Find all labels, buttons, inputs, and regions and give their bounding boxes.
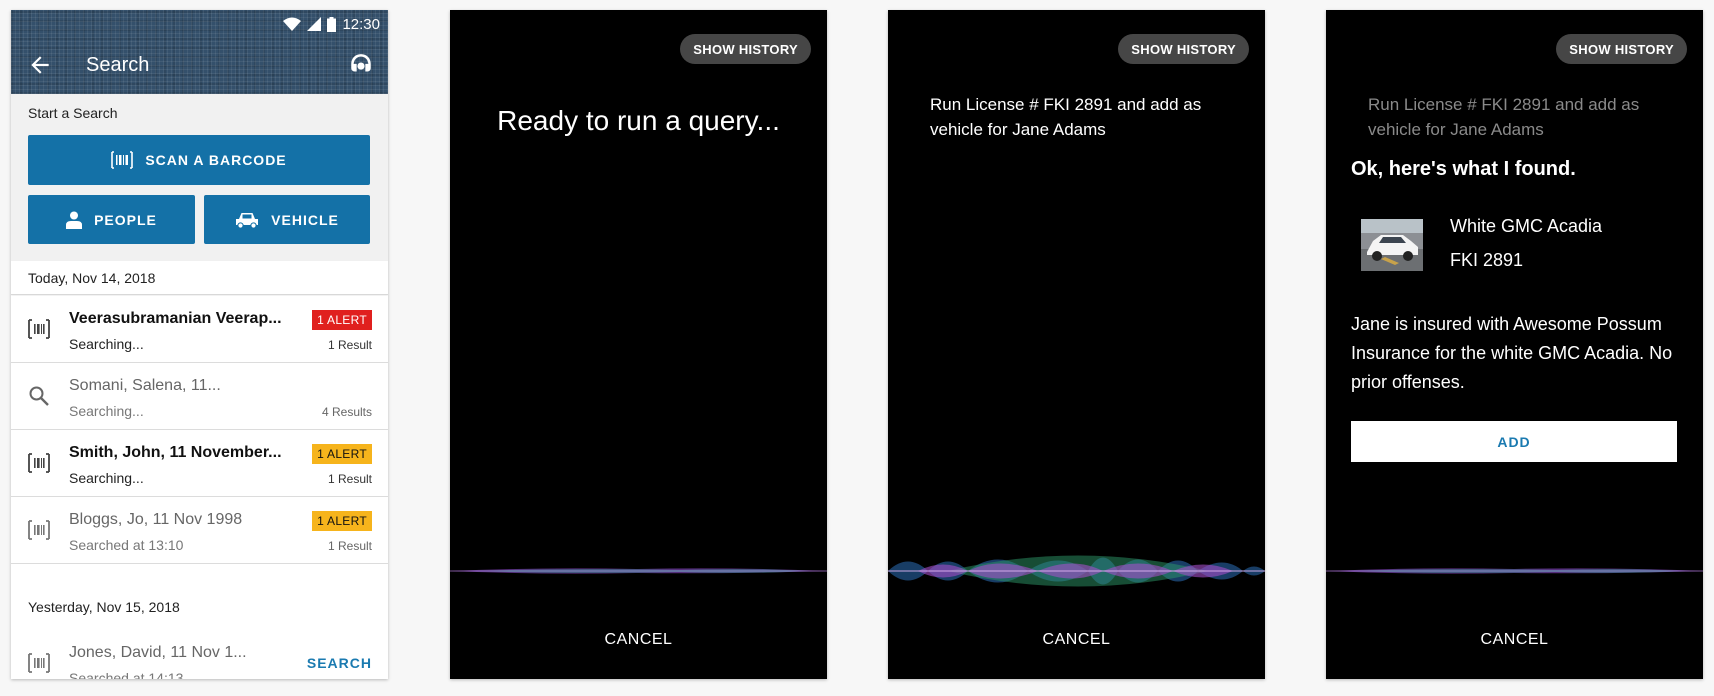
row-name: Somani, Salena, 11...: [69, 377, 221, 394]
vehicle-button[interactable]: VEHICLE: [204, 195, 370, 244]
search-icon: [29, 386, 49, 406]
search-history-row[interactable]: Bloggs, Jo, 11 Nov 1998 Searched at 13:1…: [11, 497, 388, 564]
cancel-button[interactable]: CANCEL: [888, 631, 1265, 649]
date-header-yesterday: Yesterday, Nov 15, 2018: [11, 590, 388, 624]
wifi-icon: [283, 17, 302, 31]
voice-waveform-flat: [450, 568, 827, 574]
vehicle-label: VEHICLE: [271, 211, 339, 228]
cancel-button[interactable]: CANCEL: [1326, 631, 1703, 649]
search-history-row[interactable]: Somani, Salena, 11... Searching... 4 Res…: [11, 363, 388, 430]
start-search-section: Start a Search SCAN A BARCODE PEOPLE VEH…: [11, 94, 388, 261]
battery-icon: [327, 16, 337, 32]
result-count: 4 Results: [321, 405, 372, 419]
barcode-icon: [111, 151, 134, 169]
status-time: 12:30: [342, 15, 380, 33]
barcode-icon: [28, 653, 50, 673]
result-heading: Ok, here's what I found.: [1351, 158, 1576, 180]
app-bar: 12:30 Search: [11, 10, 388, 94]
barcode-icon: [28, 520, 50, 540]
row-name: Veerasubramanian Veerap...: [69, 310, 282, 327]
search-history-row[interactable]: Veerasubramanian Veerap... Searching... …: [11, 296, 388, 363]
spoken-query: Run License # FKI 2891 and add as vehicl…: [930, 95, 1202, 139]
show-history-button[interactable]: SHOW HISTORY: [1118, 34, 1249, 64]
barcode-icon: [28, 319, 50, 339]
add-vehicle-button[interactable]: ADD: [1351, 421, 1677, 462]
alert-badge: 1 ALERT: [312, 444, 372, 464]
search-history-row[interactable]: Smith, John, 11 November... Searching...…: [11, 430, 388, 497]
voice-result-screen: SHOW HISTORY Run License # FKI 2891 and …: [1326, 10, 1703, 679]
row-name: Bloggs, Jo, 11 Nov 1998: [69, 511, 243, 528]
row-name: Smith, John, 11 November...: [69, 444, 282, 461]
alert-badge: 1 ALERT: [312, 511, 372, 531]
alert-badge: 1 ALERT: [312, 310, 372, 330]
person-icon: [66, 211, 83, 229]
show-history-button[interactable]: SHOW HISTORY: [680, 34, 811, 64]
search-again-button[interactable]: SEARCH: [307, 655, 372, 671]
scan-barcode-label: SCAN A BARCODE: [145, 152, 287, 168]
result-summary: Jane is insured with Awesome Possum Insu…: [1351, 314, 1673, 392]
scan-barcode-button[interactable]: SCAN A BARCODE: [28, 135, 370, 185]
result-count: 1 Result: [327, 539, 372, 553]
back-arrow-icon[interactable]: [27, 52, 53, 78]
row-status: Searched at 13:10: [69, 537, 184, 553]
barcode-icon: [28, 453, 50, 473]
date-header-today: Today, Nov 14, 2018: [11, 261, 388, 295]
vehicle-photo: [1361, 219, 1423, 271]
page-title: Search: [86, 54, 150, 76]
ready-headline: Ready to run a query...: [497, 105, 780, 136]
row-name: Jones, David, 11 Nov 1...: [69, 644, 247, 661]
signal-icon: [307, 17, 322, 31]
start-search-label: Start a Search: [28, 105, 118, 121]
row-status: Searching...: [69, 336, 144, 352]
people-label: PEOPLE: [94, 211, 157, 228]
row-status: Searching...: [69, 470, 144, 486]
search-history-row[interactable]: Jones, David, 11 Nov 1... Searched at 14…: [11, 630, 388, 679]
vehicle-plate: FKI 2891: [1450, 250, 1524, 270]
cancel-button[interactable]: CANCEL: [450, 631, 827, 649]
show-history-button[interactable]: SHOW HISTORY: [1556, 34, 1687, 64]
people-button[interactable]: PEOPLE: [28, 195, 195, 244]
row-status: Searching...: [69, 403, 144, 419]
result-count: 1 Result: [327, 472, 372, 486]
voice-ready-screen: SHOW HISTORY Ready to run a query... CAN…: [450, 10, 827, 679]
voice-waveform-flat: [1326, 568, 1703, 574]
car-icon: [236, 212, 259, 229]
result-count: 1 Result: [327, 338, 372, 352]
vehicle-name: White GMC Acadia: [1450, 216, 1603, 236]
spoken-query: Run License # FKI 2891 and add as vehicl…: [1368, 95, 1640, 139]
search-screen: 12:30 Search Start a Search SCAN A BARCO…: [11, 10, 388, 679]
headset-icon[interactable]: [348, 52, 374, 78]
voice-waveform-active: [888, 555, 1265, 587]
status-bar: 12:30: [283, 14, 380, 34]
row-status: Searched at 14:13: [69, 670, 184, 679]
voice-listening-screen: SHOW HISTORY Run License # FKI 2891 and …: [888, 10, 1265, 679]
